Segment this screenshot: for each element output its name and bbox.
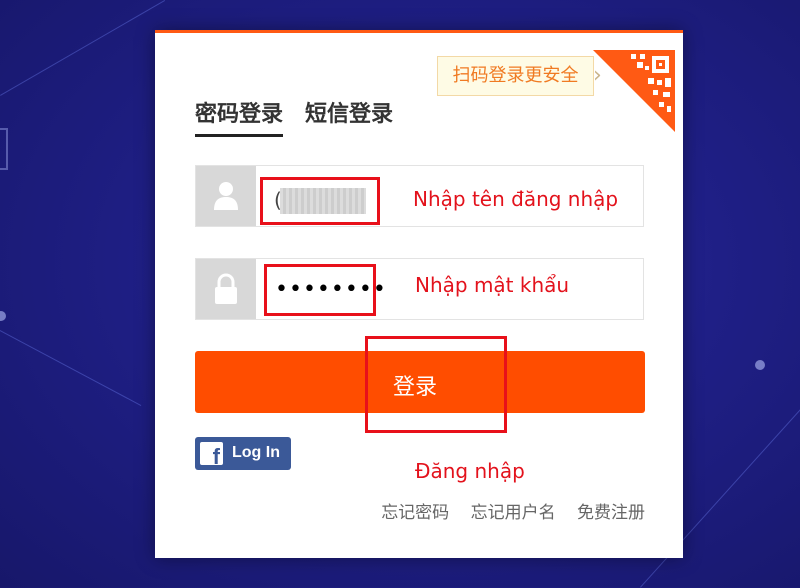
user-icon — [214, 182, 238, 210]
login-highlight-box — [365, 336, 507, 433]
lock-icon — [215, 273, 237, 304]
forgot-password-link[interactable]: 忘记密码 — [381, 503, 449, 523]
facebook-button-label: Log In — [232, 444, 280, 461]
blurred-username — [280, 188, 366, 214]
login-panel: 扫码登录更安全 › 密码登录 短信登录 (•••••••• Nhập tên … — [155, 30, 683, 558]
qr-login-tip[interactable]: 扫码登录更安全 — [437, 56, 594, 96]
password-input[interactable]: •••••••• — [264, 264, 386, 316]
masked-password: •••••••• — [275, 277, 387, 302]
annotation-username: Nhập tên đăng nhập — [413, 187, 619, 211]
username-input[interactable]: ( — [260, 177, 380, 225]
footer-links: 忘记密码 忘记用户名 免费注册 — [365, 498, 645, 523]
decor-dot — [755, 360, 765, 370]
user-icon-box — [196, 166, 256, 226]
forgot-username-link[interactable]: 忘记用户名 — [471, 503, 556, 523]
facebook-logo-icon: f — [200, 442, 223, 468]
decor-line — [0, 330, 142, 406]
annotation-password: Nhập mật khẩu — [415, 273, 570, 297]
facebook-login-button[interactable]: f Log In — [195, 437, 291, 470]
tab-password-login[interactable]: 密码登录 — [195, 96, 284, 137]
panel-top-bar — [155, 30, 683, 33]
decor-dot — [0, 311, 6, 321]
qr-code-icon[interactable] — [593, 50, 675, 132]
free-register-link[interactable]: 免费注册 — [577, 503, 645, 523]
tab-sms-login[interactable]: 短信登录 — [305, 96, 393, 134]
decor-cube — [0, 128, 8, 170]
decor-line — [0, 0, 166, 96]
lock-icon-box — [196, 259, 256, 319]
annotation-login: Đăng nhập — [415, 459, 525, 483]
